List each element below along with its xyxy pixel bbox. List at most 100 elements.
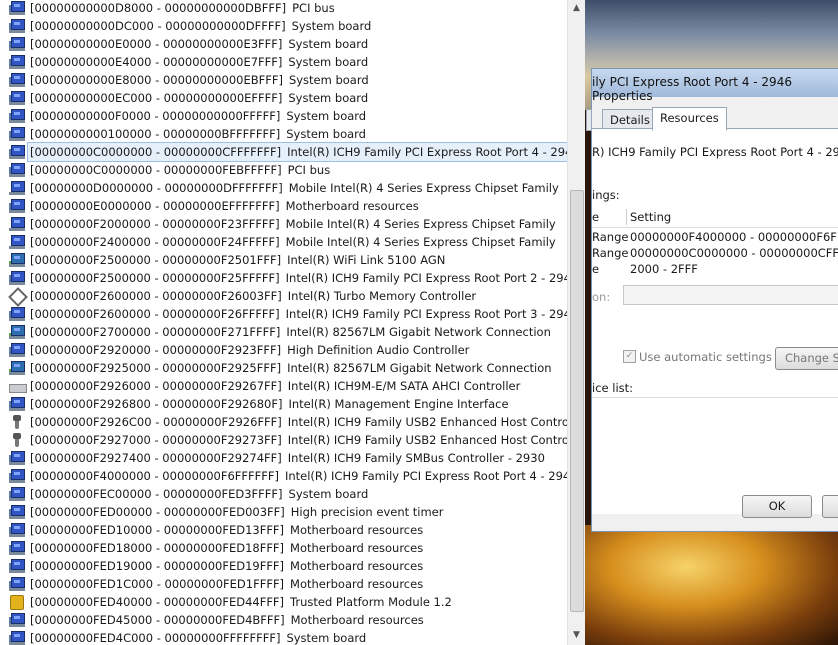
device-name: Intel(R) Management Engine Interface [288, 397, 509, 411]
memory-range: [00000000F2926C00 - 00000000F2926FFF] [30, 415, 282, 429]
conflict-setting-label: on: [592, 290, 611, 304]
dialog-titlebar[interactable]: ily PCI Express Root Port 4 - 2946 Prope… [592, 69, 838, 103]
vertical-scrollbar[interactable]: ▲ ▼ [567, 0, 585, 645]
system-device-icon [9, 19, 25, 33]
resource-range-label: [00000000FED19000 - 00000000FED19FFF] Mot… [30, 557, 423, 575]
resource-settings-label: ings: [592, 188, 620, 202]
device-name: Intel(R) ICH9 Family USB2 Enhanced Host … [287, 415, 567, 429]
memory-range: [00000000F2600000 - 00000000F26FFFFF] [30, 307, 280, 321]
system-device-icon [9, 541, 25, 555]
resource-range-label: [0000000000100000 - 00000000BFFFFFFF] Sys… [30, 125, 366, 143]
memory-range: [00000000D0000000 - 00000000DFFFFFFF] [30, 181, 283, 195]
memory-range: [00000000000D8000 - 00000000000DBFFF] [30, 1, 287, 15]
resource-range-label: [00000000F2600000 - 00000000F26FFFFF] Int… [30, 305, 567, 323]
device-name: System board [288, 73, 369, 87]
tab-resources[interactable]: Resources [652, 107, 727, 131]
memory-range: [00000000F2500000 - 00000000F2501FFF] [30, 253, 282, 267]
resource-range-label: [00000000FED4C000 - 00000000FFFFFFFF] Sys… [30, 629, 366, 645]
desktop-background: ily PCI Express Root Port 4 - 2946 Prope… [585, 0, 838, 645]
memory-range: [00000000F2400000 - 00000000F24FFFFF] [30, 235, 280, 249]
storage-controller-icon [9, 379, 27, 393]
memory-range: [00000000FED4C000 - 00000000FFFFFFFF] [30, 631, 281, 645]
scroll-thumb[interactable] [570, 190, 584, 612]
device-name: System board [288, 91, 369, 105]
change-setting-button[interactable]: Change Se [775, 347, 838, 370]
device-name: Intel(R) WiFi Link 5100 AGN [287, 253, 446, 267]
network-adapter-icon [9, 361, 25, 375]
system-device-icon [9, 1, 25, 15]
resource-range-label: [00000000000E4000 - 00000000000E7FFF] Sys… [30, 53, 368, 71]
resource-setting: 00000000F4000000 - 00000000F6FFFFFF [630, 230, 838, 244]
column-separator [626, 209, 627, 225]
device-name: Intel(R) ICH9M-E/M SATA AHCI Controller [287, 379, 521, 393]
resource-range-label: [00000000FED18000 - 00000000FED18FFF] Mot… [30, 539, 423, 557]
memory-range: [00000000F2600000 - 00000000F26003FF] [30, 289, 282, 303]
device-name: High Definition Audio Controller [287, 343, 470, 357]
memory-range: [00000000000E4000 - 00000000000E7FFF] [30, 55, 283, 69]
memory-range: [00000000000F0000 - 00000000000FFFFF] [30, 109, 281, 123]
device-name: System board [286, 109, 367, 123]
conflicting-device-list-label: ice list: [592, 381, 634, 395]
device-name: System board [291, 19, 372, 33]
resource-range-label: [00000000FED45000 - 00000000FED4BFFF] Mot… [30, 611, 424, 629]
resource-type: Range [592, 230, 629, 244]
cancel-button-partial[interactable] [822, 495, 838, 518]
resource-list[interactable]: [00000000000D8000 - 00000000000DBFFF] PCI… [0, 0, 567, 645]
resource-range-label: [00000000F2925000 - 00000000F2925FFF] Int… [30, 359, 552, 377]
memory-range: [00000000F2700000 - 00000000F271FFFF] [30, 325, 281, 339]
memory-range: [00000000000EC000 - 00000000000EFFFF] [30, 91, 283, 105]
resource-type: Range [592, 246, 629, 260]
system-device-icon [9, 271, 25, 285]
system-device-icon [9, 109, 25, 123]
conflicting-device-list[interactable] [592, 397, 838, 498]
device-name: Mobile Intel(R) 4 Series Express Chipset… [288, 181, 559, 195]
resource-range-label: [00000000F2926800 - 00000000F292680F] Int… [30, 395, 509, 413]
memory-range: [00000000000DC000 - 00000000000DFFFF] [30, 19, 286, 33]
device-name: Intel(R) ICH9 Family PCI Express Root Po… [285, 271, 567, 285]
system-device-icon [9, 397, 25, 411]
memory-controller-icon [8, 287, 28, 307]
device-name: Motherboard resources [285, 199, 419, 213]
device-name: System board [286, 127, 366, 141]
resource-range-label: [00000000000EC000 - 00000000000EFFFF] Sys… [30, 89, 368, 107]
system-device-icon [9, 469, 25, 483]
memory-range: [00000000F2927000 - 00000000F29273FF] [30, 433, 282, 447]
resource-row[interactable]: Range00000000F4000000 - 00000000F6FFFFFF [592, 229, 838, 245]
device-name: Motherboard resources [290, 613, 424, 627]
resource-row[interactable]: Range00000000C0000000 - 00000000CFFFFFFF [592, 245, 838, 261]
device-name: System board [288, 55, 369, 69]
system-device-icon [9, 523, 25, 537]
scroll-down-arrow-icon[interactable]: ▼ [568, 627, 585, 644]
memory-range: [00000000FED19000 - 00000000FED19FFF] [30, 559, 285, 573]
resource-range-label: [00000000F2926C00 - 00000000F2926FFF] Int… [30, 413, 567, 431]
resource-range-label: [00000000F2500000 - 00000000F25FFFFF] Int… [30, 269, 567, 287]
usb-controller-icon [9, 415, 25, 429]
device-name: Intel(R) ICH9 Family USB2 Enhanced Host … [287, 433, 567, 447]
system-device-icon [9, 505, 25, 519]
device-name: Mobile Intel(R) 4 Series Express Chipset… [285, 217, 556, 231]
resource-range-label: [00000000F2927400 - 00000000F29274FF] Int… [30, 449, 545, 467]
resource-range-label: [00000000FED00000 - 00000000FED003FF] Hig… [30, 503, 444, 521]
column-setting: Setting [630, 210, 672, 224]
device-name: Trusted Platform Module 1.2 [290, 595, 452, 609]
resource-setting: 00000000C0000000 - 00000000CFFFFFFF [630, 246, 838, 260]
memory-range: [00000000F4000000 - 00000000F6FFFFFF] [30, 469, 279, 483]
security-device-icon [9, 595, 25, 610]
column-type: e [592, 210, 600, 224]
system-device-icon [9, 163, 25, 177]
setting-based-on-field[interactable] [623, 285, 838, 305]
memory-range: [00000000F2500000 - 00000000F25FFFFF] [30, 271, 280, 285]
memory-range: [00000000F2920000 - 00000000F2923FFF] [30, 343, 282, 357]
resource-range-label: [00000000F2000000 - 00000000F23FFFFF] Mob… [30, 215, 556, 233]
network-adapter-icon [9, 325, 25, 339]
scroll-up-arrow-icon[interactable]: ▲ [568, 0, 585, 17]
system-device-icon [9, 451, 25, 465]
system-device-icon [9, 91, 25, 105]
system-device-icon [9, 631, 25, 645]
use-automatic-settings-checkbox[interactable]: ✓ [623, 350, 636, 363]
device-name: Motherboard resources [290, 559, 424, 573]
resource-row[interactable]: e 2000 - 2FFF [592, 261, 838, 277]
system-device-icon [9, 577, 25, 591]
ok-button[interactable]: OK [742, 495, 812, 518]
resource-range-label: [00000000F2927000 - 00000000F29273FF] Int… [30, 431, 567, 449]
